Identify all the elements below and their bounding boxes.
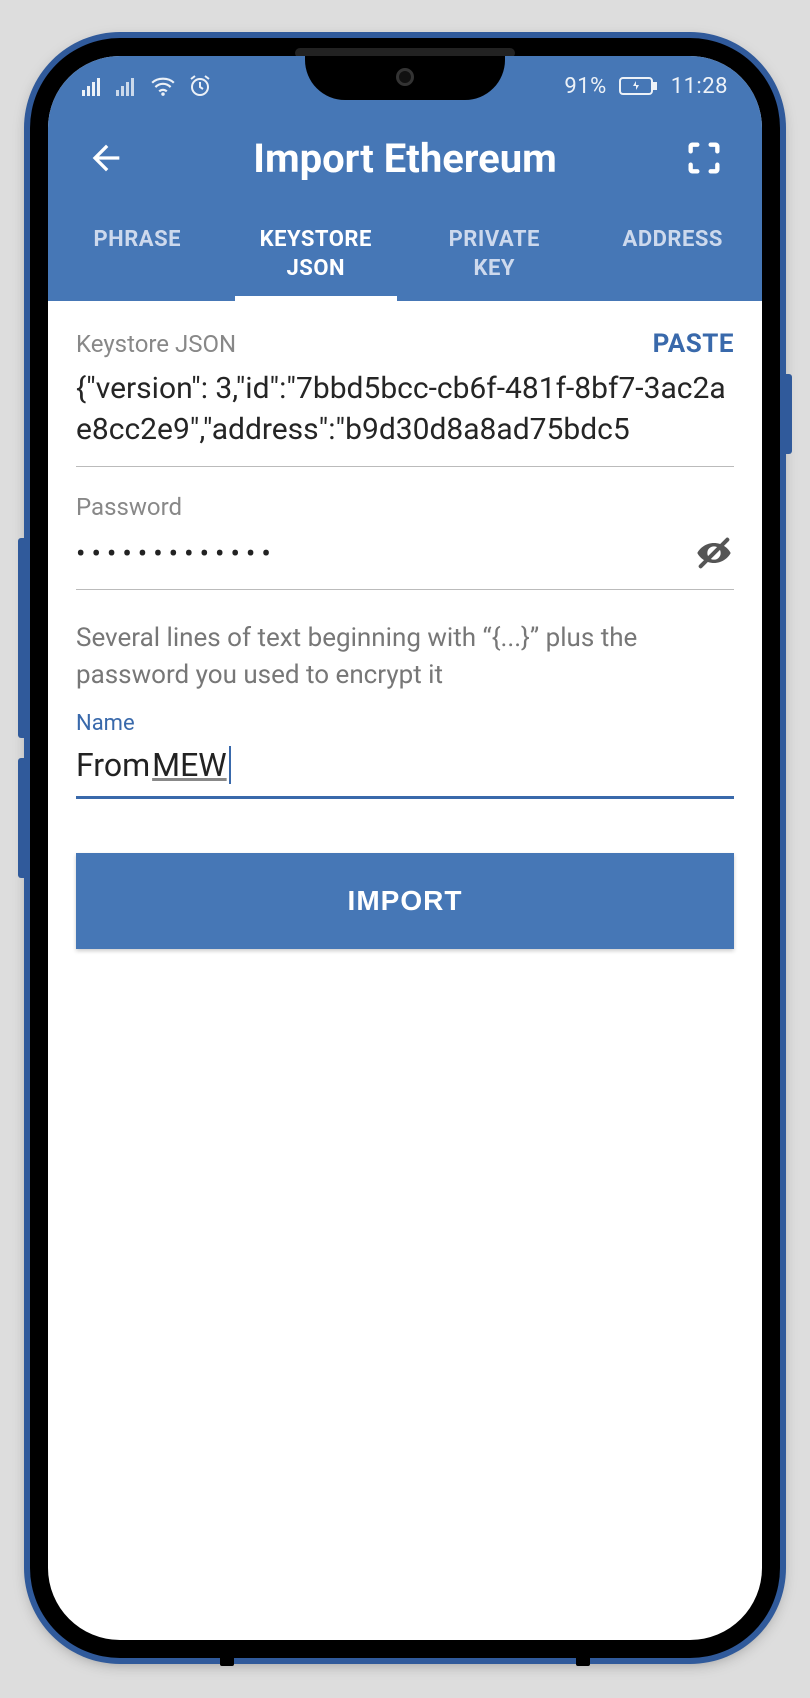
alarm-icon	[188, 75, 212, 97]
text-cursor	[229, 746, 231, 784]
tab-bar: PHRASE KEYSTOREJSON PRIVATEKEY ADDRESS	[48, 212, 762, 301]
back-button[interactable]	[82, 134, 130, 182]
tab-keystore-json[interactable]: KEYSTOREJSON	[227, 212, 406, 301]
import-button[interactable]: IMPORT	[76, 853, 734, 949]
scan-button[interactable]	[680, 134, 728, 182]
paste-button[interactable]: PASTE	[653, 329, 734, 359]
status-time: 11:28	[671, 74, 728, 99]
password-label: Password	[76, 493, 734, 521]
tab-private-key[interactable]: PRIVATEKEY	[405, 212, 584, 301]
keystore-input[interactable]: {"version": 3,"id":"7bbd5bcc-cb6f-481f-8…	[76, 359, 734, 467]
tab-phrase[interactable]: PHRASE	[48, 212, 227, 301]
name-input[interactable]: From MEW	[76, 736, 734, 799]
keystore-hint: Several lines of text beginning with “{.…	[76, 620, 734, 693]
wifi-icon	[150, 76, 176, 96]
tab-address[interactable]: ADDRESS	[584, 212, 763, 301]
battery-percent: 91%	[564, 74, 606, 99]
signal2-icon	[116, 76, 138, 96]
name-label: Name	[76, 711, 734, 736]
toggle-password-visibility-icon[interactable]	[694, 533, 734, 573]
battery-icon	[619, 76, 659, 96]
keystore-label: Keystore JSON	[76, 330, 236, 358]
page-title: Import Ethereum	[253, 135, 557, 182]
signal-icon	[82, 76, 104, 96]
content-area: Keystore JSON PASTE {"version": 3,"id":"…	[48, 301, 762, 949]
password-input[interactable]: •••••••••••••	[76, 537, 682, 570]
